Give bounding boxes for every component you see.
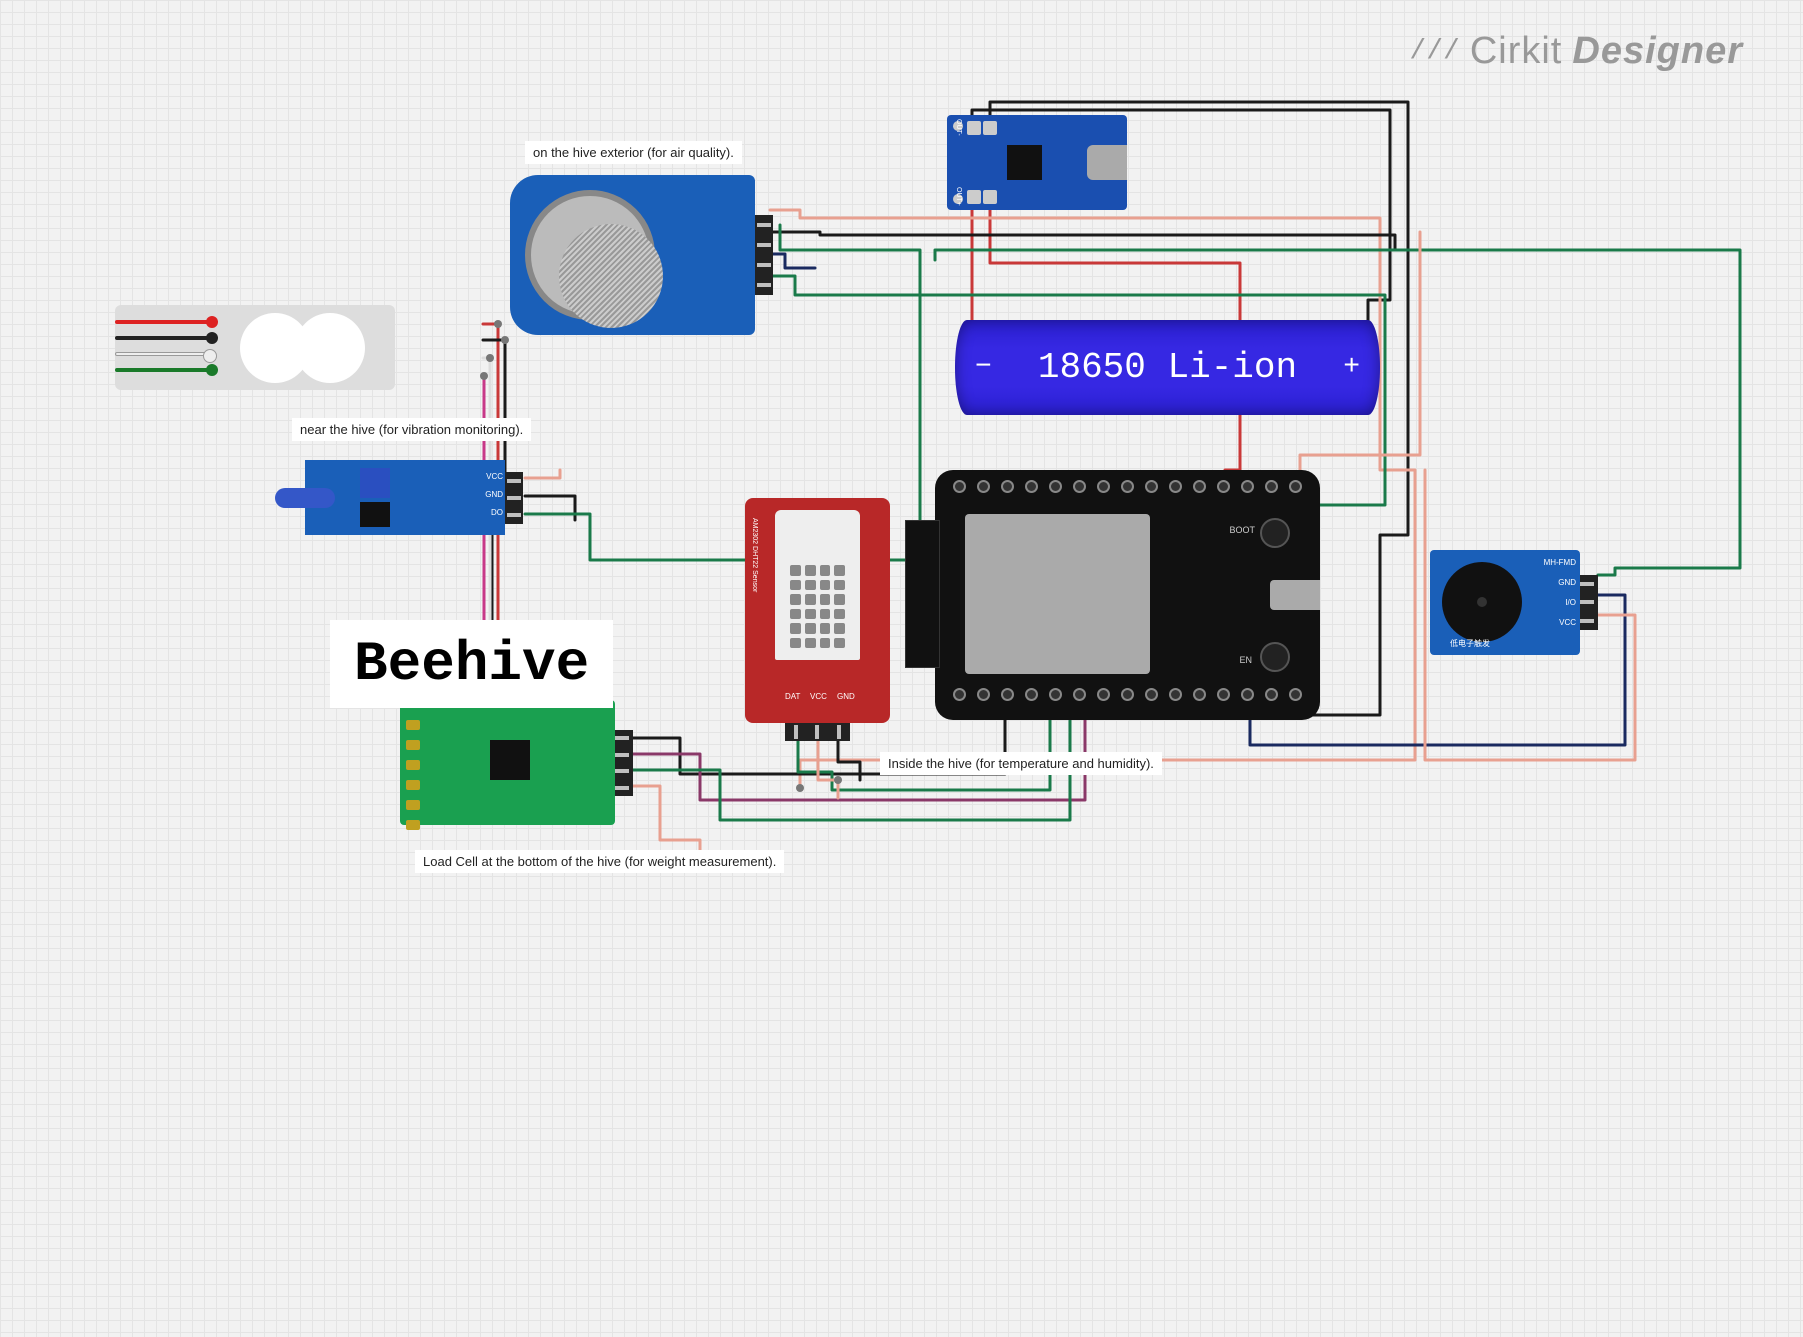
dht22-header [785, 723, 850, 741]
esp32-devkit[interactable]: BOOT EN [935, 470, 1320, 720]
buzzer-header [1580, 575, 1598, 630]
dht22-pin-vcc: VCC [810, 692, 827, 701]
hx711-amplifier[interactable] [400, 700, 615, 825]
dht22-sensor[interactable]: AM2302 DHT22 Sensor DAT VCC GND [745, 498, 890, 723]
watermark-brand: Cirkit [1470, 30, 1563, 73]
annotation-vibration-sensor: near the hive (for vibration monitoring)… [292, 418, 531, 441]
esp32-shield [965, 514, 1150, 674]
buzzer-module-label: MH-FMD [1544, 558, 1576, 567]
battery-label: 18650 Li-ion [1038, 347, 1297, 388]
esp32-antenna [905, 520, 940, 668]
vibration-sensor-sw420[interactable]: VCC GND DO [305, 460, 505, 535]
mq-gas-sensor[interactable] [510, 175, 755, 335]
sw420-pin-do: DO [491, 508, 503, 517]
watermark: /// Cirkit Designer [1409, 30, 1743, 73]
esp32-en-button[interactable] [1260, 642, 1290, 672]
mq-header [755, 215, 773, 295]
annotation-gas-sensor: on the hive exterior (for air quality). [525, 141, 742, 164]
buzzer-module[interactable]: MH-FMD GND I/O VCC 低电子触发 [1430, 550, 1580, 655]
buzzer-pin-io: I/O [1565, 598, 1576, 607]
dht22-pin-gnd: GND [837, 692, 855, 701]
buzzer-chinese-label: 低电子触发 [1450, 638, 1490, 649]
charger-usb-port [1087, 145, 1127, 180]
buzzer-pin-vcc: VCC [1559, 618, 1576, 627]
annotation-dht-sensor: Inside the hive (for temperature and hum… [880, 752, 1162, 775]
esp32-boot-label: BOOT [1229, 525, 1255, 535]
buzzer-disc [1442, 562, 1522, 642]
esp32-en-label: EN [1239, 655, 1252, 665]
sw420-header [505, 472, 523, 524]
dht22-pin-dat: DAT [785, 692, 800, 701]
esp32-usb-port [1270, 580, 1320, 610]
hx711-header [615, 730, 633, 796]
watermark-product: Designer [1572, 30, 1743, 73]
wires-layer [0, 0, 1803, 1017]
annotation-beehive: Beehive [330, 620, 613, 708]
esp32-pins-top [953, 480, 1302, 502]
load-cell[interactable] [115, 305, 395, 390]
esp32-boot-button[interactable] [1260, 518, 1290, 548]
sw420-pin-vcc: VCC [486, 472, 503, 481]
charger-label-outplus: OUT+ [955, 187, 962, 206]
charger-module-tp4056[interactable]: OUT- OUT+ [947, 115, 1127, 210]
hx711-analog-pads [406, 720, 420, 830]
annotation-loadcell: Load Cell at the bottom of the hive (for… [415, 850, 784, 873]
charger-label-outminus: OUT- [955, 119, 962, 136]
battery-18650[interactable]: 18650 Li-ion [955, 320, 1380, 415]
watermark-icon: /// [1409, 36, 1459, 67]
dht22-module-label: AM2302 DHT22 Sensor [751, 518, 758, 592]
esp32-pins-bottom [953, 688, 1302, 710]
sw420-pin-gnd: GND [485, 490, 503, 499]
buzzer-pin-gnd: GND [1558, 578, 1576, 587]
